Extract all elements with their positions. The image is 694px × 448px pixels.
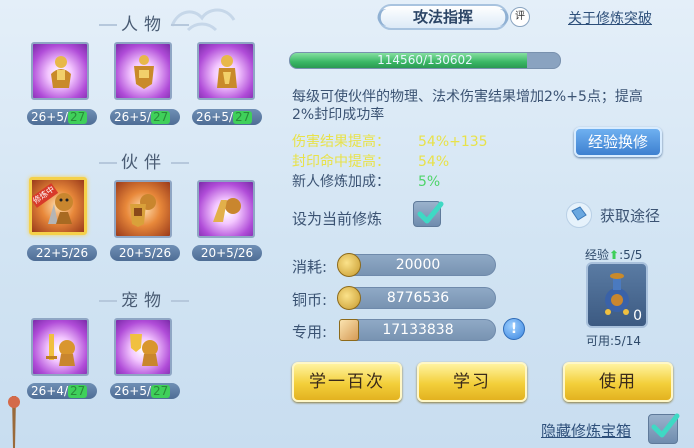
consume-field: 20000 [337, 253, 496, 277]
character-card-seal[interactable] [197, 42, 255, 100]
cultivation-panel: { "sections": { "characters": "人物", "par… [0, 0, 694, 448]
stat-damage-label: 伤害结果提高： [292, 134, 390, 150]
shield-beast-icon [130, 194, 156, 227]
warrior-statue-icon [51, 56, 71, 88]
stat-damage-value: 54%+135 [418, 134, 488, 150]
lamp-decoration-icon [8, 396, 20, 448]
info-alert-icon[interactable]: ! [503, 318, 525, 340]
checkmark-icon [417, 201, 444, 224]
checkmark-icon [651, 413, 680, 438]
effect-description: 每级可使伙伴的物理、法术伤害结果增加2%+5点；提高2%封印成功率 [292, 89, 643, 123]
character-level-seal: 26+5/27 [192, 109, 262, 125]
get-way-label: 获取途径 [600, 207, 661, 225]
progress-text: 114560/130602 [377, 53, 473, 67]
hide-treasure-label: 隐藏修炼宝箱 [541, 422, 632, 440]
special-label: 专用: [292, 323, 328, 341]
pet-level-defense: 26+5/27 [110, 383, 180, 399]
shield-cat-icon [130, 334, 158, 366]
exp-item-available: 可用:5/14 [586, 334, 641, 348]
copper-value: 8776536 [386, 290, 450, 306]
partner-card-defense[interactable] [114, 180, 172, 238]
partner-level-attack: 22+5/26 [27, 245, 97, 261]
hand-beast-icon [213, 198, 241, 222]
partner-card-seal[interactable] [197, 180, 255, 238]
left-cloud-icon: ❨ [374, 7, 390, 28]
stat-seal-hit: 封印命中提高： 54% [292, 153, 449, 171]
partner-level-defense: 20+5/26 [110, 245, 180, 261]
stat-newbie-bonus: 新人修炼加成： 5% [292, 173, 440, 191]
cultivation-title: ❨ 攻法指挥 ❩ [374, 4, 512, 30]
experience-progress-bar: 114560/130602 [289, 52, 561, 69]
stat-seal-value: 54% [418, 154, 450, 170]
character-level-defense: 26+5/27 [110, 109, 180, 125]
book-icon [566, 202, 592, 228]
set-current-checkbox[interactable] [413, 201, 444, 227]
exp-item-slot[interactable]: 0 [586, 262, 648, 328]
vase-icon [605, 273, 629, 315]
pet-card-defense[interactable] [114, 318, 172, 376]
stat-damage: 伤害结果提高： 54%+135 [292, 133, 488, 151]
consume-label: 消耗: [292, 258, 328, 276]
partner-level-seal: 20+5/26 [192, 245, 262, 261]
shield-statue-icon [134, 55, 154, 89]
learn-button[interactable]: 学习 [417, 362, 527, 402]
copper-field: 8776536 [337, 286, 496, 310]
hide-treasure-checkbox[interactable] [648, 413, 680, 444]
section-title-pets: 宠物 [84, 286, 204, 311]
arrow-up-icon: ⬆ [609, 248, 620, 262]
exp-item-count: 0 [633, 308, 642, 324]
exp-item-header: 经验⬆:5/5 [585, 248, 643, 262]
consume-value: 20000 [395, 257, 441, 273]
special-value: 17133838 [382, 322, 454, 338]
sword-cat-icon [46, 334, 75, 366]
pet-level-attack: 26+4/27 [27, 383, 97, 399]
stat-seal-label: 封印命中提高： [292, 154, 390, 170]
exp-exchange-button[interactable]: 经验换修 [574, 127, 662, 157]
set-current-label: 设为当前修炼 [292, 210, 383, 228]
copper-label: 铜币: [292, 291, 328, 309]
stat-newbie-value: 5% [418, 174, 441, 190]
stat-newbie-label: 新人修炼加成： [292, 174, 390, 190]
partner-card-attack[interactable]: 修炼中 [29, 177, 87, 235]
section-title-partners: 伙伴 [84, 148, 204, 173]
about-breakthrough-link[interactable]: 关于修炼突破 [568, 8, 652, 28]
section-title-characters: 人物 [84, 10, 204, 35]
special-field: 17133838 [339, 319, 496, 341]
get-way-button[interactable]: 获取途径 [566, 202, 666, 228]
learn-hundred-button[interactable]: 学一百次 [292, 362, 402, 402]
use-button[interactable]: 使用 [563, 362, 673, 402]
character-level-attack: 26+5/27 [27, 109, 97, 125]
character-card-defense[interactable] [114, 42, 172, 100]
rating-icon[interactable]: 评 [510, 7, 530, 27]
pet-card-attack[interactable] [31, 318, 89, 376]
character-card-attack[interactable] [31, 42, 89, 100]
guardian-statue-icon [217, 55, 237, 88]
